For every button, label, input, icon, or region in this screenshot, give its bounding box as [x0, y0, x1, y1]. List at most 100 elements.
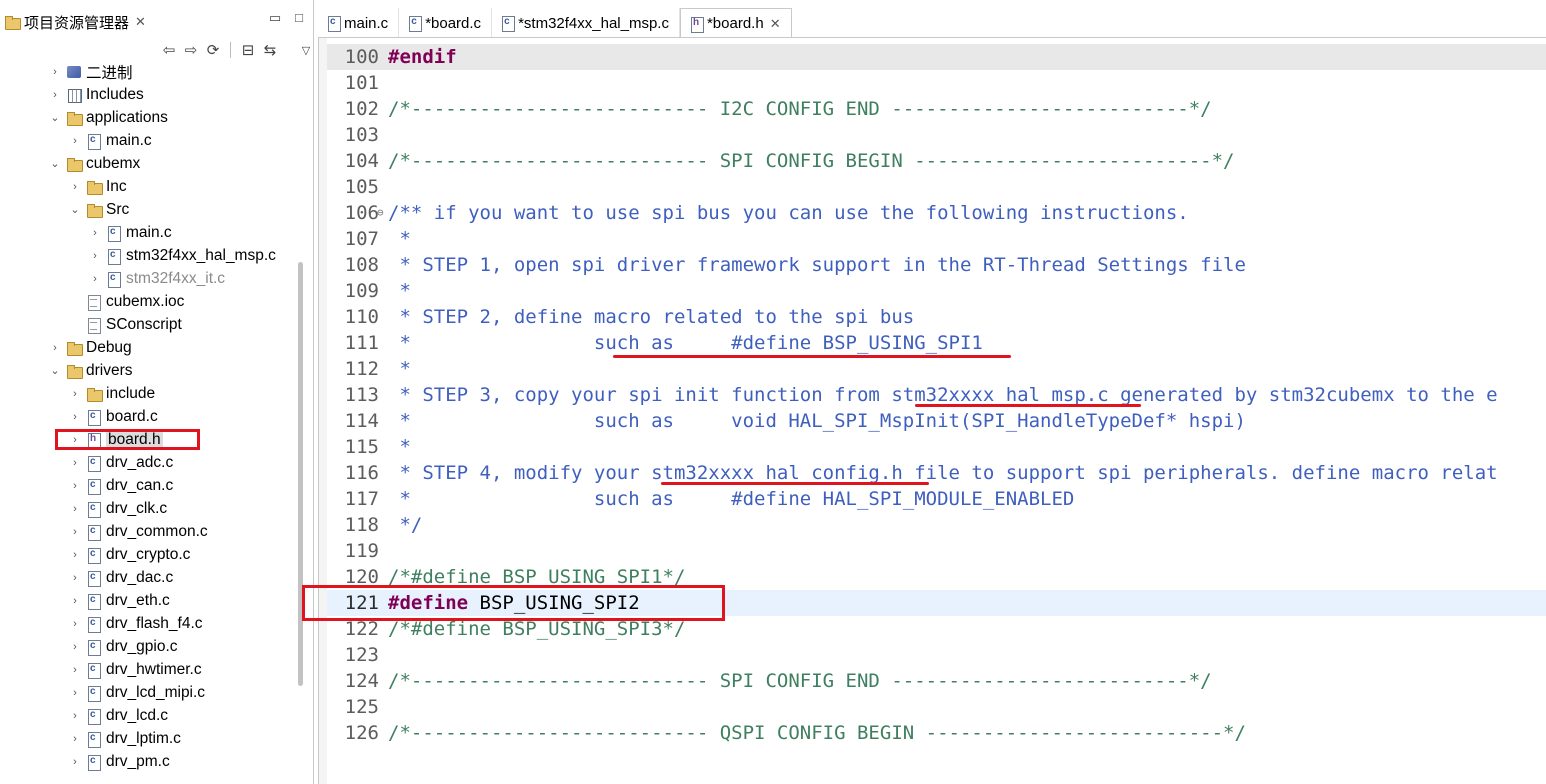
tree-item[interactable]: › main.c [0, 129, 300, 152]
chevron-right-icon[interactable]: › [68, 710, 82, 722]
tree-item[interactable]: › include [0, 382, 300, 405]
tree-item[interactable]: › Includes [0, 83, 300, 106]
fold-toggle-icon[interactable]: ⊖ [377, 200, 384, 226]
chevron-down-icon[interactable]: ⌄ [48, 364, 62, 377]
tree-item[interactable]: › drv_crypto.c [0, 543, 300, 566]
tree-item[interactable]: › drv_flash_f4.c [0, 612, 300, 635]
chevron-right-icon[interactable]: › [68, 480, 82, 492]
editor-tab[interactable]: main.c [318, 8, 400, 38]
tree-item[interactable]: cubemx.ioc [0, 290, 300, 313]
tree-item[interactable]: › drv_gpio.c [0, 635, 300, 658]
code-line[interactable]: 112 * [327, 356, 1546, 382]
close-icon[interactable]: ✕ [770, 16, 781, 32]
code-line[interactable]: 110 * STEP 2, define macro related to th… [327, 304, 1546, 330]
tree-item[interactable]: › drv_clk.c [0, 497, 300, 520]
chevron-right-icon[interactable]: › [68, 572, 82, 584]
chevron-down-icon[interactable]: ⌄ [48, 111, 62, 124]
code-line[interactable]: 117 * such as #define HAL_SPI_MODULE_ENA… [327, 486, 1546, 512]
chevron-right-icon[interactable]: › [68, 664, 82, 676]
tree-item[interactable]: › drv_pm.c [0, 750, 300, 773]
tree-item[interactable]: › stm32f4xx_hal_msp.c [0, 244, 300, 267]
chevron-right-icon[interactable]: › [68, 503, 82, 515]
view-menu-icon[interactable]: ▽ [297, 44, 315, 57]
explorer-scrollbar[interactable] [298, 262, 303, 686]
code-line[interactable]: 104 /*-------------------------- SPI CONF… [327, 148, 1546, 174]
chevron-right-icon[interactable]: › [68, 595, 82, 607]
close-icon[interactable]: ✕ [135, 14, 146, 30]
chevron-right-icon[interactable]: › [68, 756, 82, 768]
tree-item[interactable]: ⌄ cubemx [0, 152, 300, 175]
link-with-editor-icon[interactable]: ⇆ [261, 41, 279, 59]
code-line[interactable]: 101 [327, 70, 1546, 96]
tree-item[interactable]: › Debug [0, 336, 300, 359]
code-line[interactable]: 126 /*-------------------------- QSPI CON… [327, 720, 1546, 746]
chevron-right-icon[interactable]: › [68, 641, 82, 653]
tree-item[interactable]: › drv_common.c [0, 520, 300, 543]
code-line[interactable]: 116 * STEP 4, modify your stm32xxxx_hal_… [327, 460, 1546, 486]
code-line[interactable]: 108 * STEP 1, open spi driver framework … [327, 252, 1546, 278]
refresh-icon[interactable]: ⟳ [204, 41, 222, 59]
tree-item[interactable]: ⌄ applications [0, 106, 300, 129]
editor-tab[interactable]: *stm32f4xx_hal_msp.c [492, 8, 680, 38]
chevron-right-icon[interactable]: › [68, 457, 82, 469]
chevron-right-icon[interactable]: › [68, 618, 82, 630]
chevron-right-icon[interactable]: › [88, 227, 102, 239]
code-line[interactable]: 125 [327, 694, 1546, 720]
tree-item[interactable]: › drv_can.c [0, 474, 300, 497]
chevron-right-icon[interactable]: › [88, 250, 102, 262]
tree-item[interactable]: ⌄ drivers [0, 359, 300, 382]
code-line[interactable]: 109 * [327, 278, 1546, 304]
tree-item[interactable]: › drv_hwtimer.c [0, 658, 300, 681]
tree-item[interactable]: › Inc [0, 175, 300, 198]
code-line[interactable]: 118 */ [327, 512, 1546, 538]
collapse-all-icon[interactable]: ⊟ [239, 41, 257, 59]
tree-item[interactable]: › drv_adc.c [0, 451, 300, 474]
code-line[interactable]: 100 #endif [327, 44, 1546, 70]
chevron-right-icon[interactable]: › [88, 273, 102, 285]
chevron-right-icon[interactable]: › [68, 526, 82, 538]
chevron-right-icon[interactable]: › [68, 388, 82, 400]
maximize-icon[interactable]: □ [295, 10, 303, 26]
code-lines[interactable]: 100 #endif 101 102 /*-----------------------… [327, 44, 1546, 746]
minimize-icon[interactable]: ▭ [269, 10, 281, 26]
code-line[interactable]: 111 * such as #define BSP_USING_SPI1 [327, 330, 1546, 356]
back-arrow-icon[interactable]: ⇦ [160, 41, 178, 59]
editor-tab[interactable]: *board.h ✕ [679, 8, 792, 38]
code-line[interactable]: 124 /*-------------------------- SPI CONF… [327, 668, 1546, 694]
explorer-view-tab[interactable]: 项目资源管理器 ✕ [0, 8, 160, 36]
code-line[interactable]: 103 [327, 122, 1546, 148]
code-line[interactable]: 106 ⊖/** if you want to use spi bus you c… [327, 200, 1546, 226]
tree-item[interactable]: ⌄ Src [0, 198, 300, 221]
code-line[interactable]: 102 /*-------------------------- I2C CONF… [327, 96, 1546, 122]
code-line[interactable]: 115 * [327, 434, 1546, 460]
editor-tab[interactable]: *board.c [399, 8, 493, 38]
chevron-right-icon[interactable]: › [68, 733, 82, 745]
chevron-right-icon[interactable]: › [68, 181, 82, 193]
chevron-right-icon[interactable]: › [68, 135, 82, 147]
tree-item[interactable]: › drv_lptim.c [0, 727, 300, 750]
tree-item[interactable]: › 二进制 [0, 60, 300, 83]
chevron-right-icon[interactable]: › [48, 66, 62, 78]
tree-item[interactable]: › drv_lcd_mipi.c [0, 681, 300, 704]
tree-item[interactable]: › main.c [0, 221, 300, 244]
tree-item[interactable]: › drv_lcd.c [0, 704, 300, 727]
code-line[interactable]: 105 [327, 174, 1546, 200]
code-line[interactable]: 107 * [327, 226, 1546, 252]
forward-arrow-icon[interactable]: ⇨ [182, 41, 200, 59]
chevron-right-icon[interactable]: › [68, 687, 82, 699]
code-editor[interactable]: 100 #endif 101 102 /*-----------------------… [318, 38, 1546, 784]
tree-item[interactable]: SConscript [0, 313, 300, 336]
chevron-right-icon[interactable]: › [68, 411, 82, 423]
tree-item[interactable]: › board.c [0, 405, 300, 428]
code-line[interactable]: 123 [327, 642, 1546, 668]
chevron-down-icon[interactable]: ⌄ [48, 157, 62, 170]
code-line[interactable]: 114 * such as void HAL_SPI_MspInit(SPI_H… [327, 408, 1546, 434]
chevron-right-icon[interactable]: › [48, 342, 62, 354]
code-line[interactable]: 119 [327, 538, 1546, 564]
chevron-right-icon[interactable]: › [68, 549, 82, 561]
chevron-right-icon[interactable]: › [48, 89, 62, 101]
chevron-down-icon[interactable]: ⌄ [68, 203, 82, 216]
tree-item[interactable]: › stm32f4xx_it.c [0, 267, 300, 290]
tree-item[interactable]: › drv_eth.c [0, 589, 300, 612]
tree-item[interactable]: › drv_dac.c [0, 566, 300, 589]
